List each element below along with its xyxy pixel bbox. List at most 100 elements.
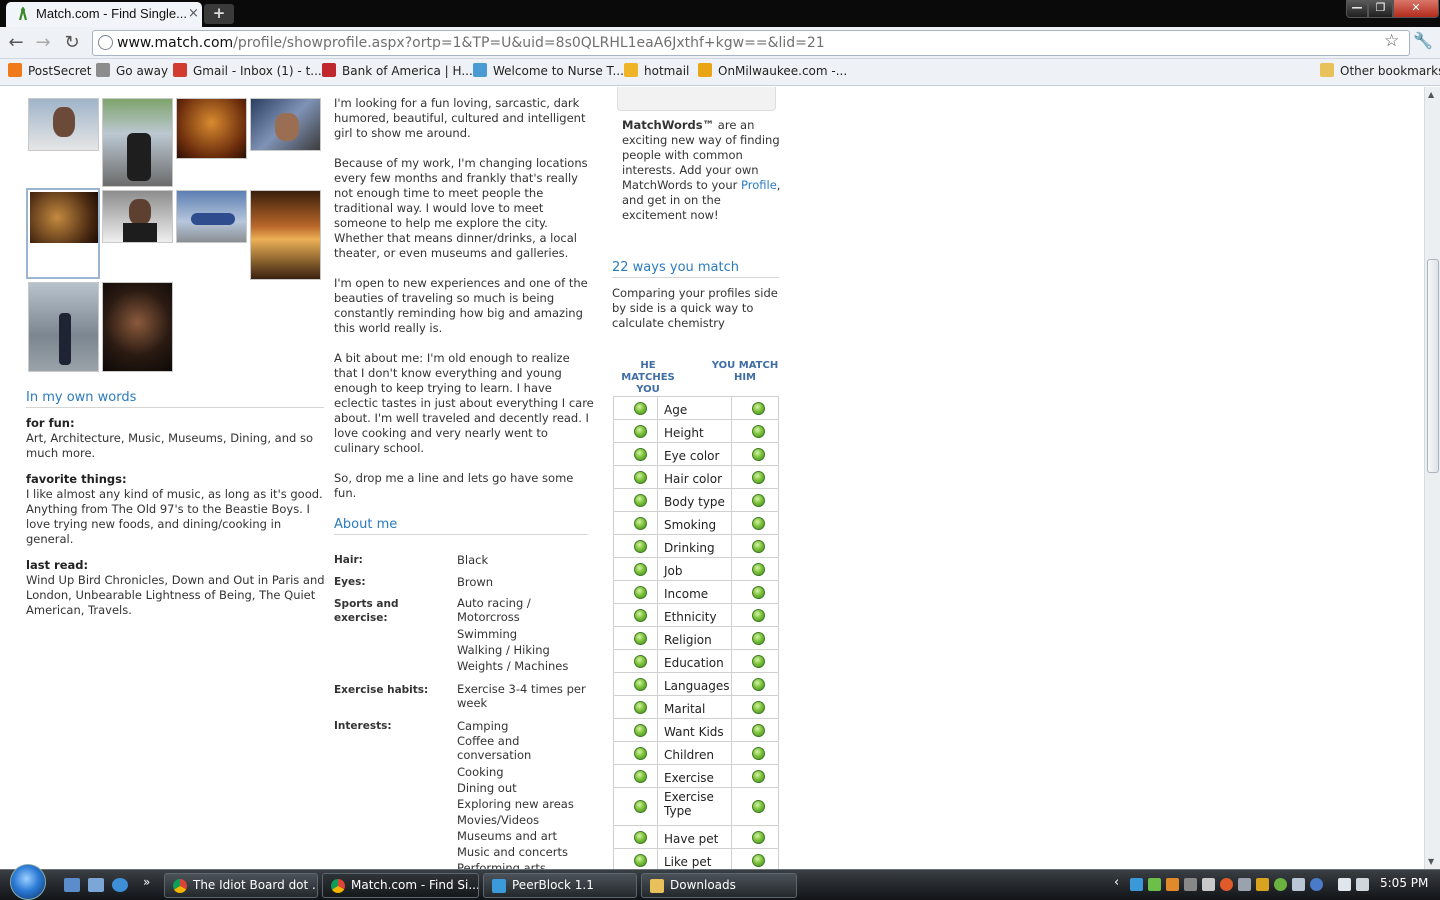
bookmark-nurse[interactable]: Welcome to Nurse T... bbox=[473, 63, 624, 78]
tray-app-icon[interactable] bbox=[1148, 878, 1161, 891]
task-label: Match.com - Find Si... bbox=[351, 878, 479, 892]
profile-photo[interactable] bbox=[176, 190, 247, 243]
tray-app-icon[interactable] bbox=[1256, 878, 1269, 891]
bookmark-star-icon[interactable]: ☆ bbox=[1384, 31, 1399, 51]
windows-taskbar: » The Idiot Board dot ... Match.com - Fi… bbox=[0, 864, 1440, 900]
network-icon[interactable] bbox=[1338, 878, 1351, 891]
other-bookmarks[interactable]: Other bookmarks bbox=[1320, 63, 1440, 78]
you-match-cell bbox=[731, 742, 778, 764]
he-matches-cell bbox=[614, 826, 658, 848]
new-tab-button[interactable]: + bbox=[204, 4, 234, 24]
bookmark-gmail[interactable]: Gmail - Inbox (1) - t... bbox=[173, 63, 322, 78]
postsecret-icon bbox=[8, 63, 22, 77]
show-desktop-icon[interactable] bbox=[64, 878, 80, 892]
scroll-down-icon[interactable]: ▼ bbox=[1428, 857, 1434, 866]
he-matches-cell bbox=[614, 788, 658, 825]
match-row: Job bbox=[614, 558, 778, 581]
bookmark-go-away[interactable]: Go away bbox=[96, 63, 168, 78]
onmilwaukee-icon bbox=[698, 63, 712, 77]
chrome-icon bbox=[331, 879, 345, 893]
wrench-menu-icon[interactable]: 🔧 bbox=[1413, 31, 1433, 50]
tray-app-icon[interactable] bbox=[1166, 878, 1179, 891]
tray-app-icon[interactable] bbox=[1292, 878, 1305, 891]
profile-photo[interactable] bbox=[250, 190, 321, 280]
match-dot-icon bbox=[634, 539, 647, 553]
page-scrollbar[interactable]: ▲ ▼ bbox=[1424, 87, 1440, 869]
eyes-label: Eyes: bbox=[334, 576, 366, 588]
match-row-label: Height bbox=[664, 426, 704, 440]
tab-close-icon[interactable]: × bbox=[188, 6, 199, 21]
match-row: Smoking bbox=[614, 512, 778, 535]
match-dot-icon bbox=[634, 746, 647, 760]
profile-photo[interactable] bbox=[102, 190, 173, 243]
tray-app-icon[interactable] bbox=[1274, 878, 1287, 891]
taskbar-task[interactable]: The Idiot Board dot ... bbox=[164, 873, 318, 898]
back-button[interactable]: ← bbox=[5, 32, 27, 54]
quick-launch-more-icon[interactable]: » bbox=[143, 875, 150, 889]
essay-paragraph: Because of my work, I'm changing locatio… bbox=[334, 156, 588, 260]
reload-button[interactable]: ↻ bbox=[61, 32, 83, 54]
he-matches-cell bbox=[614, 535, 658, 557]
volume-icon[interactable] bbox=[1356, 878, 1369, 891]
he-matches-cell bbox=[614, 489, 658, 511]
match-dot-icon bbox=[752, 401, 765, 415]
favorite-things-text: I like almost any kind of music, as long… bbox=[26, 487, 323, 546]
bookmark-hotmail[interactable]: hotmail bbox=[624, 63, 689, 78]
he-matches-cell bbox=[614, 650, 658, 672]
match-dot-icon bbox=[752, 631, 765, 645]
hair-label: Hair: bbox=[334, 554, 363, 566]
profile-photo[interactable] bbox=[176, 98, 247, 159]
forward-button[interactable]: → bbox=[32, 32, 54, 54]
start-button[interactable] bbox=[10, 864, 46, 900]
hotmail-icon bbox=[624, 63, 638, 77]
match-row-label: Age bbox=[664, 403, 688, 417]
hair-value: Black bbox=[457, 553, 489, 567]
bookmark-postsecret[interactable]: PostSecret bbox=[8, 63, 91, 78]
scroll-up-icon[interactable]: ▲ bbox=[1428, 90, 1434, 99]
matchwords-text: MatchWords™ are an exciting new way of f… bbox=[622, 118, 782, 223]
switch-windows-icon[interactable] bbox=[88, 878, 104, 892]
profile-photo-selected[interactable] bbox=[26, 188, 100, 279]
profile-photo[interactable] bbox=[102, 282, 173, 372]
bookmark-bank-of-america[interactable]: Bank of America | H... bbox=[322, 63, 473, 78]
you-match-cell bbox=[731, 788, 778, 825]
address-bar[interactable]: www.match.com/profile/showprofile.aspx?o… bbox=[92, 30, 1410, 56]
he-matches-cell bbox=[614, 696, 658, 718]
match-row: Eye color bbox=[614, 443, 778, 466]
internet-explorer-icon[interactable] bbox=[112, 878, 128, 892]
tray-app-icon[interactable] bbox=[1130, 878, 1143, 891]
tray-app-icon[interactable] bbox=[1238, 878, 1251, 891]
match-row-label: Want Kids bbox=[664, 725, 724, 739]
url-text: www.match.com/profile/showprofile.aspx?o… bbox=[117, 35, 825, 51]
section-title-about-me: About me bbox=[334, 517, 398, 532]
bookmark-onmilwaukee[interactable]: OnMilwaukee.com -... bbox=[698, 63, 847, 78]
bookmark-label: Bank of America | H... bbox=[342, 64, 473, 78]
tray-app-icon[interactable] bbox=[1184, 878, 1197, 891]
profile-photo[interactable] bbox=[250, 98, 321, 151]
you-match-cell bbox=[731, 397, 778, 419]
profile-photo[interactable] bbox=[28, 282, 99, 372]
exercise-habits-value: Exercise 3-4 times per week bbox=[457, 682, 586, 710]
taskbar-task-active[interactable]: Match.com - Find Si... bbox=[322, 873, 479, 898]
match-dot-icon bbox=[752, 585, 765, 599]
maximize-button[interactable]: ❐ bbox=[1368, 0, 1393, 18]
profile-photo[interactable] bbox=[102, 98, 173, 187]
scrollbar-thumb[interactable] bbox=[1427, 259, 1439, 473]
taskbar-task[interactable]: PeerBlock 1.1 bbox=[483, 873, 637, 898]
close-window-button[interactable]: ✕ bbox=[1393, 0, 1439, 18]
task-label: The Idiot Board dot ... bbox=[193, 878, 318, 892]
minimize-button[interactable]: — bbox=[1346, 0, 1368, 18]
tray-app-icon[interactable] bbox=[1310, 878, 1323, 891]
browser-tab[interactable]: Match.com - Find Single... × bbox=[6, 2, 202, 27]
match-row: Religion bbox=[614, 627, 778, 650]
taskbar-task[interactable]: Downloads bbox=[641, 873, 797, 898]
you-match-cell bbox=[731, 604, 778, 626]
you-match-cell bbox=[731, 420, 778, 442]
tray-app-icon[interactable] bbox=[1202, 878, 1215, 891]
profile-link[interactable]: Profile bbox=[741, 178, 777, 192]
tray-expand-icon[interactable]: ‹ bbox=[1114, 875, 1119, 890]
match-dot-icon bbox=[634, 608, 647, 622]
tray-app-icon[interactable] bbox=[1220, 878, 1233, 891]
match-row-label: Like pet bbox=[664, 855, 712, 869]
profile-photo[interactable] bbox=[28, 98, 99, 151]
